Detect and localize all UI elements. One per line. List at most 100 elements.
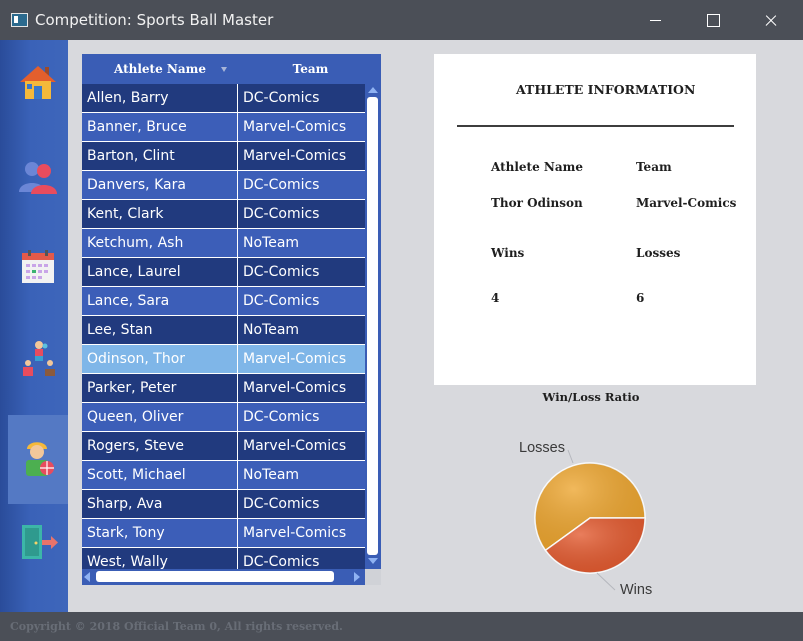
horizontal-scroll-thumb[interactable] [96,571,334,582]
info-title: ATHLETE INFORMATION [516,82,696,97]
title-bar: Competition: Sports Ball Master [0,0,803,40]
scroll-down-arrow-icon[interactable] [368,558,378,564]
athlete-name-label: Athlete Name [491,160,583,174]
cell-athlete-name: Scott, Michael [82,461,238,489]
column-header-athlete-name[interactable]: Athlete Name [82,54,238,84]
scroll-left-arrow-icon[interactable] [84,572,90,582]
exit-door-icon [22,525,58,559]
wins-value: 4 [491,291,500,305]
cell-team: NoTeam [243,322,300,338]
column-header-team[interactable]: Team [238,54,381,84]
table-row[interactable]: Ketchum, Ash NoTeam [82,229,365,258]
cell-team: NoTeam [243,235,300,251]
table-row[interactable]: Rogers, Steve Marvel-Comics [82,432,365,461]
cell-athlete-name: Lance, Laurel [82,258,238,286]
home-icon [20,66,56,99]
table-row[interactable]: Stark, Tony Marvel-Comics [82,519,365,548]
cell-athlete-name: Queen, Oliver [82,403,238,431]
cell-athlete-name: Banner, Bruce [82,113,238,141]
wins-label: Wins [491,246,525,260]
team-label: Team [636,160,672,174]
athlete-info-panel: ATHLETE INFORMATION Athlete Name Team Th… [434,54,756,385]
table-row[interactable]: Lance, Sara DC-Comics [82,287,365,316]
sidebar-item-schedule[interactable] [8,225,68,314]
cell-athlete-name: Sharp, Ava [82,490,238,518]
cell-team: DC-Comics [243,206,320,222]
table-row[interactable]: Lee, Stan NoTeam [82,316,365,345]
cell-team: DC-Comics [243,177,320,193]
cell-team: NoTeam [243,467,300,483]
cell-team: Marvel-Comics [243,148,347,164]
cell-athlete-name: Rogers, Steve [82,432,238,460]
table-row[interactable]: Danvers, Kara DC-Comics [82,171,365,200]
vertical-scroll-thumb[interactable] [367,97,378,555]
podium-icon [23,341,55,376]
table-body: Allen, Barry DC-Comics Banner, Bruce Mar… [82,84,365,585]
cell-team: DC-Comics [243,496,320,512]
minimize-button[interactable] [632,0,678,40]
cell-team: DC-Comics [243,264,320,280]
table-row[interactable]: Lance, Laurel DC-Comics [82,258,365,287]
scroll-up-arrow-icon[interactable] [368,87,378,93]
cell-athlete-name: Lance, Sara [82,287,238,315]
table-row[interactable]: Sharp, Ava DC-Comics [82,490,365,519]
table-row[interactable]: Parker, Peter Marvel-Comics [82,374,365,403]
copyright-text: Copyright © 2018 Official Team 0, All ri… [10,620,343,633]
cell-athlete-name: Odinson, Thor [82,345,238,373]
cell-team: Marvel-Comics [243,525,347,541]
cell-athlete-name: Parker, Peter [82,374,238,402]
cell-athlete-name: Stark, Tony [82,519,238,547]
table-header: Athlete Name Team [82,54,381,84]
cell-team: DC-Comics [243,293,320,309]
pie-label-losses: Losses [519,440,565,456]
scroll-right-arrow-icon[interactable] [354,572,360,582]
athlete-table: Athlete Name Team Allen, Barry DC-Comics… [82,54,381,585]
table-row[interactable]: Barton, Clint Marvel-Comics [82,142,365,171]
pie-label-wins: Wins [620,582,652,598]
cell-team: DC-Comics [243,90,320,106]
footer: Copyright © 2018 Official Team 0, All ri… [0,612,803,641]
sidebar-item-athletes[interactable] [8,415,68,504]
calendar-icon [22,250,54,283]
table-row[interactable]: Scott, Michael NoTeam [82,461,365,490]
athlete-name-value: Thor Odinson [491,196,583,210]
cell-team: Marvel-Comics [243,119,347,135]
table-row[interactable]: Banner, Bruce Marvel-Comics [82,113,365,142]
cell-athlete-name: Danvers, Kara [82,171,238,199]
divider [457,125,734,127]
cell-athlete-name: Lee, Stan [82,316,238,344]
athlete-icon [26,442,54,476]
cell-athlete-name: Kent, Clark [82,200,238,228]
maximize-button[interactable] [689,0,735,40]
cell-team: Marvel-Comics [243,438,347,454]
sidebar-item-competition[interactable] [8,317,68,406]
cell-athlete-name: Allen, Barry [82,84,238,112]
scroll-corner [365,569,381,585]
sidebar-item-teams[interactable] [8,134,68,223]
cell-athlete-name: Barton, Clint [82,142,238,170]
sort-descending-icon [221,67,227,72]
table-row-selected[interactable]: Odinson, Thor Marvel-Comics [82,345,365,374]
pie-leader-line [596,572,616,591]
team-value: Marvel-Comics [636,196,737,210]
table-row[interactable]: Allen, Barry DC-Comics [82,84,365,113]
app-icon [11,13,28,27]
pie-leader-line [567,449,574,464]
chart-title: Win/Loss Ratio [542,390,640,404]
close-button[interactable] [747,0,793,40]
sidebar-item-exit[interactable] [8,500,68,589]
cell-team: Marvel-Comics [243,351,347,367]
table-row[interactable]: Queen, Oliver DC-Comics [82,403,365,432]
sidebar-item-home[interactable] [8,40,68,129]
table-row[interactable]: Kent, Clark DC-Comics [82,200,365,229]
window-title: Competition: Sports Ball Master [35,11,274,29]
win-loss-pie-chart: Losses Wins [519,440,652,598]
sidebar [0,40,68,612]
losses-value: 6 [636,291,645,305]
horizontal-scrollbar[interactable] [82,569,365,585]
vertical-scrollbar[interactable] [365,84,381,569]
users-icon [19,162,57,194]
cell-team: DC-Comics [243,409,320,425]
cell-athlete-name: Ketchum, Ash [82,229,238,257]
cell-team: Marvel-Comics [243,380,347,396]
